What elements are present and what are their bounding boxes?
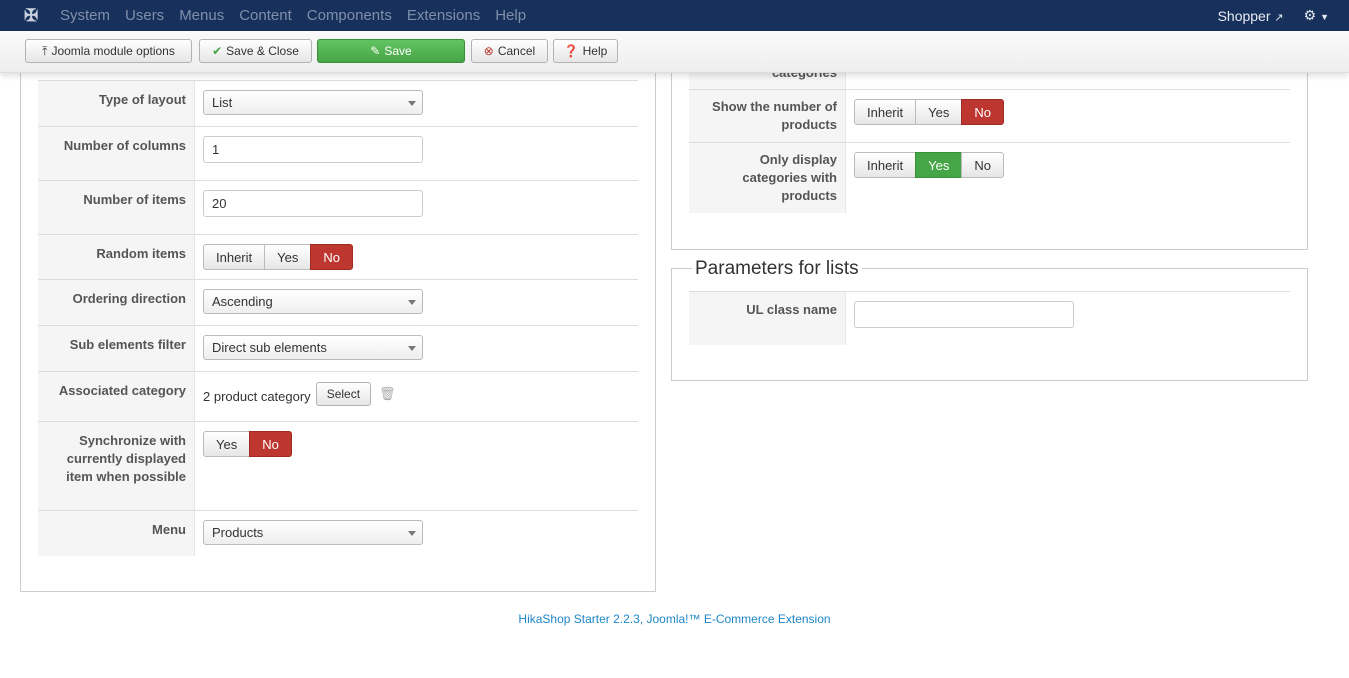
trash-icon[interactable]: 🗑 xyxy=(379,386,396,402)
lists-legend: Parameters for lists xyxy=(692,258,862,280)
type-of-layout-select[interactable]: List xyxy=(203,90,423,115)
ul-class-name-input[interactable] xyxy=(854,301,1074,328)
show-number-no[interactable]: No xyxy=(961,99,1004,125)
upload-icon: ⤒ xyxy=(42,43,48,58)
label: Number of items xyxy=(38,181,195,234)
show-number-inherit[interactable]: Inherit xyxy=(854,99,917,125)
number-of-items-input[interactable]: 20 xyxy=(203,190,423,217)
settings-dropdown[interactable]: ⚙ ▼ xyxy=(1304,7,1329,24)
site-link[interactable]: Shopper ↗ xyxy=(1218,8,1284,24)
label: Cancel xyxy=(497,44,536,58)
label: Synchronize with currently displayed ite… xyxy=(38,422,195,510)
top-navbar: ✠ System Users Menus Content Components … xyxy=(0,0,1349,31)
save-close-button[interactable]: ✔ Save & Close xyxy=(199,39,312,63)
edit-icon: ✎ xyxy=(370,44,381,58)
check-icon: ✔ xyxy=(212,44,223,58)
only-display-yes[interactable]: Yes xyxy=(915,152,963,178)
joomla-module-options-button[interactable]: ⤒ Joomla module options xyxy=(25,39,192,63)
only-display-inherit[interactable]: Inherit xyxy=(854,152,917,178)
label: Show the number of products xyxy=(689,90,846,142)
label: Ordering direction xyxy=(38,280,195,325)
menu-system[interactable]: System xyxy=(60,7,110,24)
label: Save & Close xyxy=(226,44,299,58)
label: Menu xyxy=(38,511,195,556)
question-icon: ❓ xyxy=(563,44,579,58)
select-category-button[interactable]: Select xyxy=(315,382,372,406)
only-display-no[interactable]: No xyxy=(961,152,1004,178)
cancel-button[interactable]: ⊗ Cancel xyxy=(471,39,548,63)
sync-no[interactable]: No xyxy=(249,431,292,457)
help-button[interactable]: ❓ Help xyxy=(553,39,618,63)
label: Help xyxy=(582,44,608,58)
sub-elements-filter-select[interactable]: Direct sub elements xyxy=(203,335,423,360)
menu-help[interactable]: Help xyxy=(495,7,526,24)
label: Save xyxy=(384,44,412,58)
label: Sub elements filter xyxy=(38,326,195,371)
menu-select[interactable]: Products xyxy=(203,520,423,545)
associated-category-value: 2 product category xyxy=(203,388,311,404)
menu-menus[interactable]: Menus xyxy=(179,7,224,24)
random-no[interactable]: No xyxy=(310,244,353,270)
sync-yes[interactable]: Yes xyxy=(203,431,251,457)
label: Associated category xyxy=(38,372,195,421)
label: UL class name xyxy=(689,292,846,345)
save-button[interactable]: ✎ Save xyxy=(317,39,465,63)
label: Number of columns xyxy=(38,127,195,180)
external-link-icon: ↗ xyxy=(1274,11,1284,24)
footer-link[interactable]: HikaShop Starter 2.2.3, Joomla!™ E-Comme… xyxy=(518,612,830,626)
number-of-columns-input[interactable]: 1 xyxy=(203,136,423,163)
menu-content[interactable]: Content xyxy=(239,7,292,24)
ordering-direction-select[interactable]: Ascending xyxy=(203,289,423,314)
cancel-icon: ⊗ xyxy=(483,44,494,58)
caret-down-icon: ▼ xyxy=(1320,12,1329,22)
label: Only display categories with products xyxy=(689,143,846,213)
show-number-yes[interactable]: Yes xyxy=(915,99,963,125)
label: Joomla module options xyxy=(51,44,175,58)
menu-users[interactable]: Users xyxy=(125,7,164,24)
menu-components[interactable]: Components xyxy=(307,7,392,24)
toolbar: ⤒ Joomla module options ✔ Save & Close ✎ Sa… xyxy=(0,31,1349,73)
label: Random items xyxy=(38,235,195,279)
random-yes[interactable]: Yes xyxy=(264,244,312,270)
menu-extensions[interactable]: Extensions xyxy=(407,7,480,24)
label: Type of layout xyxy=(38,81,195,126)
joomla-logo-icon[interactable]: ✠ xyxy=(24,6,46,26)
site-name: Shopper xyxy=(1217,7,1271,24)
gear-icon: ⚙ xyxy=(1303,7,1317,23)
random-inherit[interactable]: Inherit xyxy=(203,244,266,270)
